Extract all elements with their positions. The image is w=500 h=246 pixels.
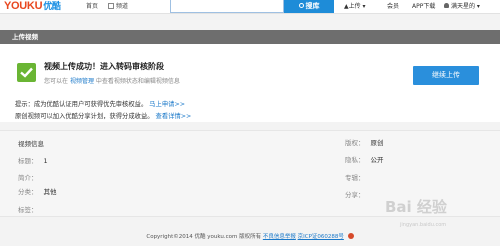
footer-copyright: Copyright©2014 优酷 youku.com 版权所有: [146, 234, 262, 240]
tip-share-plan-text: 原创视频可以加入优酷分享计划，获得分成收益。: [15, 113, 154, 120]
field-category-value: 其他: [43, 188, 57, 196]
success-sub-suffix: 中查看视频状态和编辑视频信息: [95, 78, 180, 85]
success-sub-prefix: 您可以在: [44, 78, 69, 85]
page-title: 上传视频: [0, 30, 500, 44]
footer-icp-link[interactable]: 京ICP证060288号: [298, 234, 344, 240]
nav-app-download-link[interactable]: APP下载: [412, 1, 435, 10]
field-privacy: 隐私： 公开: [345, 154, 384, 164]
user-icon: [444, 3, 449, 8]
field-title: 标题： 1: [18, 155, 48, 165]
field-share-label: 分享：: [345, 191, 365, 199]
nav-member-link[interactable]: 会员: [387, 1, 399, 10]
success-check-icon: [17, 63, 36, 82]
tip-share-plan: 原创视频可以加入优酷分享计划，获得分成收益。 查看详情>>: [15, 111, 191, 120]
video-info-heading: 视频信息: [18, 140, 44, 148]
logo-text: YOUKU: [4, 0, 43, 12]
nav-upload-label: 上传 ▾: [348, 3, 366, 10]
nav-upload-menu[interactable]: ▲上传 ▾: [344, 1, 366, 10]
police-badge-icon: [347, 233, 354, 239]
field-intro-label: 简介：: [18, 174, 38, 182]
watermark-text: Bai 经验: [385, 198, 447, 216]
search-input[interactable]: [170, 0, 284, 13]
success-title: 视频上传成功！进入转码审核阶段: [44, 62, 164, 71]
video-manage-link[interactable]: 视频管理: [70, 78, 94, 85]
field-album: 专辑：: [345, 172, 365, 182]
nav-channel-label: 频道: [116, 3, 129, 10]
youku-logo[interactable]: YOUKU优酷: [4, 0, 61, 12]
field-title-value: 1: [43, 157, 48, 165]
continue-upload-button[interactable]: 继续上传: [413, 66, 479, 85]
field-privacy-label: 隐私：: [345, 156, 365, 164]
grid-icon: [108, 3, 114, 9]
baidu-jingyan-watermark: Bai 经验: [385, 196, 447, 217]
search-icon: [298, 3, 304, 8]
success-subtitle: 您可以在 视频管理 中查看视频状态和编辑视频信息: [44, 76, 180, 85]
apply-now-link[interactable]: 马上申请>>: [149, 101, 185, 108]
field-privacy-value: 公开: [370, 156, 384, 164]
nav-channel-link[interactable]: 频道: [108, 1, 128, 10]
field-copyright-value: 原创: [370, 139, 384, 147]
top-nav-bar: YOUKU优酷 首页 频道 搜库 ▲上传 ▾ 会员 APP下载 满天星的 ▾: [0, 0, 500, 14]
field-copyright-label: 版权：: [345, 139, 365, 147]
field-tags-label: 标签：: [18, 206, 38, 214]
nav-user-label: 满天星的 ▾: [451, 3, 480, 10]
field-album-label: 专辑：: [345, 174, 365, 182]
field-category-label: 分类：: [18, 188, 38, 196]
field-intro: 简介：: [18, 172, 38, 182]
field-category: 分类： 其他: [18, 186, 57, 196]
logo-cn-text: 优酷: [43, 1, 61, 11]
footer-report-link[interactable]: 不良信息举报: [263, 234, 296, 240]
search-button[interactable]: 搜库: [284, 0, 334, 13]
tip-certification: 提示：成为优酷认证用户可获得优先审核权益。 马上申请>>: [15, 99, 185, 108]
field-tags: 标签：: [18, 204, 38, 214]
upload-success-panel: 视频上传成功！进入转码审核阶段 您可以在 视频管理 中查看视频状态和编辑视频信息…: [0, 44, 500, 122]
field-title-label: 标题：: [18, 157, 38, 165]
nav-user-menu[interactable]: 满天星的 ▾: [444, 1, 480, 10]
search-button-label: 搜库: [305, 2, 320, 10]
tip-certification-text: 提示：成为优酷认证用户可获得优先审核权益。: [15, 101, 148, 108]
view-details-link[interactable]: 查看详情>>: [156, 113, 192, 120]
page-footer: Copyright©2014 优酷 youku.com 版权所有 不良信息举报 …: [0, 232, 500, 240]
nav-home-link[interactable]: 首页: [86, 1, 98, 10]
field-share: 分享：: [345, 189, 365, 199]
watermark-url: jingyan.baidu.com: [400, 222, 447, 228]
field-copyright-type: 版权： 原创: [345, 137, 384, 147]
